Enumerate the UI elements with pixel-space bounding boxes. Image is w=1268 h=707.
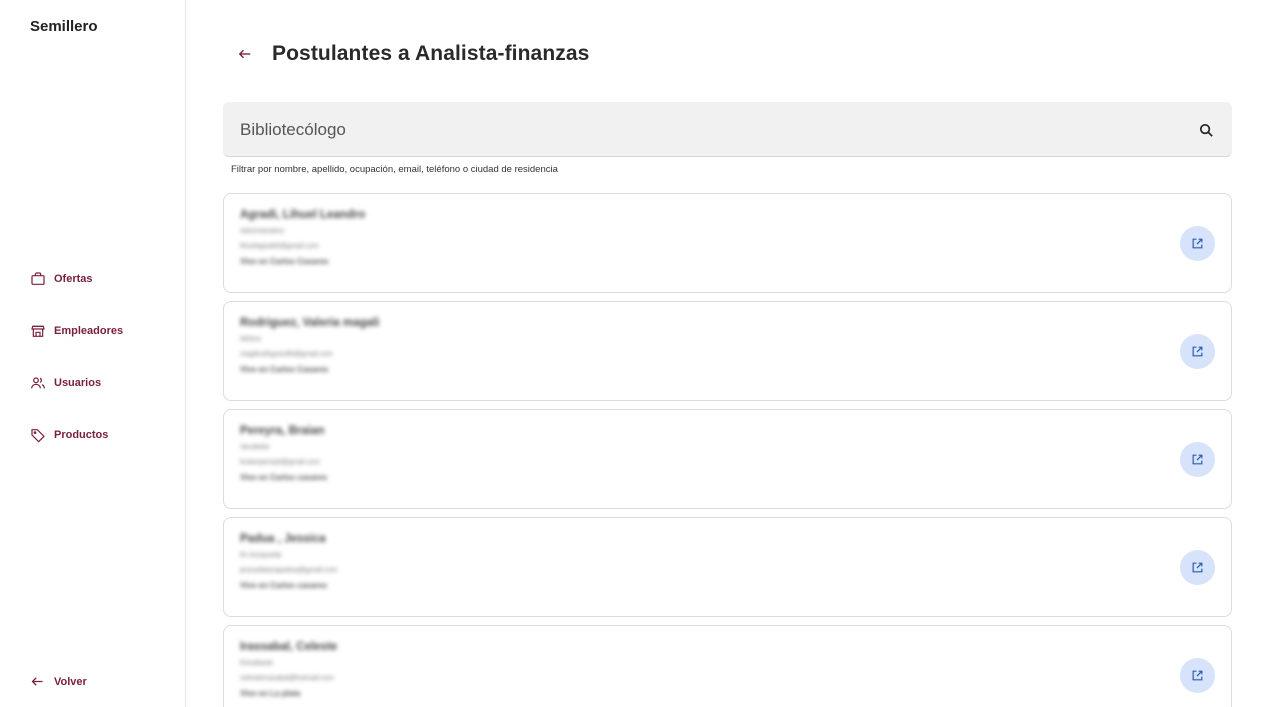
applicant-info: Padua , Jessica En busqueda jesicadaiana… xyxy=(240,533,337,590)
applicant-name: Padua , Jessica xyxy=(240,533,326,545)
brand-name: Semillero xyxy=(30,18,98,35)
page-header: Postulantes a Analista-finanzas xyxy=(236,42,589,66)
back-label: Volver xyxy=(54,675,87,688)
sidebar-nav: Ofertas Empleadores Usuarios Productos xyxy=(30,269,123,477)
arrow-left-icon xyxy=(31,677,43,686)
sidebar-back-link[interactable]: Volver xyxy=(30,674,87,689)
applicant-info: Pereyra, Braian Vendedor braianpereyb@gm… xyxy=(240,425,327,482)
open-profile-button[interactable] xyxy=(1180,442,1215,477)
sidebar: Semillero Ofertas Empleadores Usuarios P… xyxy=(0,0,186,707)
sidebar-item-empleadores[interactable]: Empleadores xyxy=(30,321,123,341)
main-content: Postulantes a Analista-finanzas Filtrar … xyxy=(186,0,1268,707)
applicant-card: Rodriguez, Valeria magali Niñera magilro… xyxy=(223,301,1232,401)
applicant-city: Vive en Carlos casares xyxy=(240,581,328,590)
applicant-occupation: En busqueda xyxy=(240,552,282,559)
open-in-new-icon xyxy=(1192,454,1203,465)
applicant-email: lihuelagradi4@gmail.com xyxy=(240,243,319,250)
page-title: Postulantes a Analista-finanzas xyxy=(272,42,590,65)
briefcase-icon xyxy=(31,272,45,285)
search-input[interactable] xyxy=(223,102,1183,157)
applicant-list: Agradi, Lihuel Leandro Administrativo li… xyxy=(223,193,1232,707)
applicant-name: Irassabal, Celeste xyxy=(240,641,338,653)
sidebar-item-label: Ofertas xyxy=(54,273,93,285)
sidebar-item-label: Empleadores xyxy=(54,325,124,337)
applicant-name: Rodriguez, Valeria magali xyxy=(240,317,380,329)
applicant-occupation: Administrativo xyxy=(240,228,284,235)
search-helper-text: Filtrar por nombre, apellido, ocupación,… xyxy=(231,164,558,175)
applicant-occupation: Vendedor xyxy=(240,444,270,451)
applicant-card: Agradi, Lihuel Leandro Administrativo li… xyxy=(223,193,1232,293)
sidebar-item-label: Productos xyxy=(54,429,109,441)
sidebar-item-label: Usuarios xyxy=(54,377,102,389)
open-in-new-icon xyxy=(1192,346,1203,357)
applicant-occupation: Estudiante xyxy=(240,660,274,667)
open-profile-button[interactable] xyxy=(1180,658,1215,693)
arrow-left-icon[interactable] xyxy=(236,45,254,63)
applicant-info: Irassabal, Celeste Estudiante celesteirr… xyxy=(240,641,337,698)
applicant-card: Padua , Jessica En busqueda jesicadaiana… xyxy=(223,517,1232,617)
users-icon xyxy=(31,377,45,389)
applicant-name: Agradi, Lihuel Leandro xyxy=(240,209,366,221)
search-icon[interactable] xyxy=(1198,122,1215,139)
applicant-email: magilrodriguez86@gmail.com xyxy=(240,351,333,358)
applicant-city: Vive en Carlos casares xyxy=(240,473,328,482)
applicant-card: Pereyra, Braian Vendedor braianpereyb@gm… xyxy=(223,409,1232,509)
sidebar-item-usuarios[interactable]: Usuarios xyxy=(30,373,123,393)
tag-icon xyxy=(31,429,45,443)
applicant-info: Rodriguez, Valeria magali Niñera magilro… xyxy=(240,317,379,374)
open-in-new-icon xyxy=(1192,238,1203,249)
applicant-email: celesteirrazabal@hotmail.com xyxy=(240,675,334,682)
open-profile-button[interactable] xyxy=(1180,550,1215,585)
applicant-card: Irassabal, Celeste Estudiante celesteirr… xyxy=(223,625,1232,707)
applicant-email: braianpereyb@gmail.com xyxy=(240,459,320,466)
applicant-city: Vive en Carlos Casares xyxy=(240,365,329,374)
open-in-new-icon xyxy=(1192,562,1203,573)
applicant-name: Pereyra, Braian xyxy=(240,425,325,437)
search-field xyxy=(223,102,1232,157)
applicant-email: jesicadaianapadua@gmail.com xyxy=(240,567,338,574)
applicant-occupation: Niñera xyxy=(240,336,261,343)
storefront-icon xyxy=(31,325,45,337)
sidebar-item-productos[interactable]: Productos xyxy=(30,425,123,445)
applicant-city: Vive en La plata xyxy=(240,689,301,698)
open-profile-button[interactable] xyxy=(1180,334,1215,369)
applicant-city: Vive en Carlos Casares xyxy=(240,257,329,266)
applicant-info: Agradi, Lihuel Leandro Administrativo li… xyxy=(240,209,365,266)
open-profile-button[interactable] xyxy=(1180,226,1215,261)
sidebar-item-ofertas[interactable]: Ofertas xyxy=(30,269,123,289)
open-in-new-icon xyxy=(1192,670,1203,681)
